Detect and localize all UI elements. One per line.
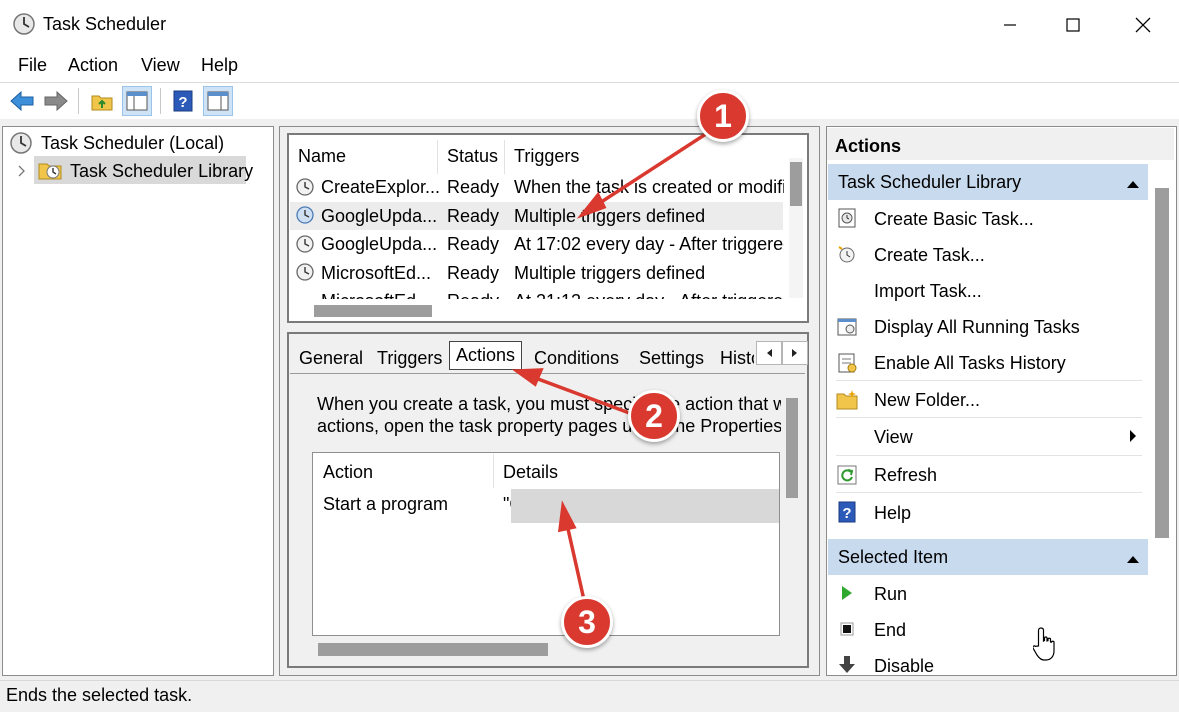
arrow-3-head [557, 500, 577, 533]
arrow-1-shaft [591, 128, 713, 210]
arrow-2-shaft [529, 374, 633, 416]
arrow-2-head [511, 368, 544, 387]
annotation-badge-1: 1 [697, 90, 749, 142]
annotation-badge-3: 3 [561, 596, 613, 648]
annotation-badge-2: 2 [628, 390, 680, 442]
arrow-3-shaft [564, 519, 586, 601]
arrow-1-head [576, 191, 607, 219]
